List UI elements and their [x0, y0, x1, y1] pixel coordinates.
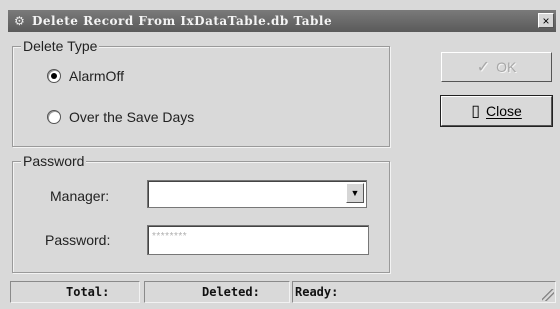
password-group-label: Password — [21, 153, 87, 169]
status-state: Ready: — [292, 281, 556, 303]
door-icon: ▯ — [471, 103, 480, 120]
delete-type-group: Delete Type AlarmOff Over the Save Days — [12, 38, 390, 147]
ok-button-label: OK — [496, 59, 517, 75]
status-total: Total: — [10, 281, 140, 303]
manager-select[interactable]: ▼ — [147, 180, 367, 208]
chevron-down-icon[interactable]: ▼ — [346, 183, 364, 203]
delete-type-label: Delete Type — [21, 38, 100, 54]
radio-button-icon[interactable] — [47, 110, 61, 124]
ok-button[interactable]: ✓ OK — [441, 52, 552, 82]
checkmark-icon: ✓ — [476, 59, 491, 76]
radio-button-icon[interactable] — [47, 69, 61, 83]
radio-alarmoff[interactable]: AlarmOff — [47, 68, 124, 84]
radio-over-save-days[interactable]: Over the Save Days — [47, 109, 194, 125]
delete-record-dialog: ⚙ Delete Record From IxDataTable.db Tabl… — [0, 0, 560, 309]
close-button[interactable]: ▯ Close — [440, 95, 553, 127]
password-field-value: ******** — [152, 231, 188, 242]
app-icon: ⚙ — [14, 14, 25, 28]
status-deleted: Deleted: — [144, 281, 290, 303]
radio-over-save-days-label: Over the Save Days — [69, 109, 195, 125]
status-bar: Total: Deleted: Ready: — [10, 281, 556, 303]
title-bar[interactable]: ⚙ Delete Record From IxDataTable.db Tabl… — [8, 10, 556, 32]
close-window-button[interactable]: × — [538, 13, 554, 28]
manager-label: Manager: — [50, 188, 110, 204]
password-label: Password: — [45, 232, 111, 248]
radio-alarmoff-label: AlarmOff — [69, 68, 124, 84]
window-title: Delete Record From IxDataTable.db Table — [32, 14, 333, 28]
password-field[interactable]: ******** — [147, 225, 369, 255]
password-group: Password Manager: ▼ Password: ******** — [12, 153, 390, 273]
resize-grip-icon[interactable] — [542, 289, 554, 301]
close-button-label: Close — [486, 103, 522, 119]
